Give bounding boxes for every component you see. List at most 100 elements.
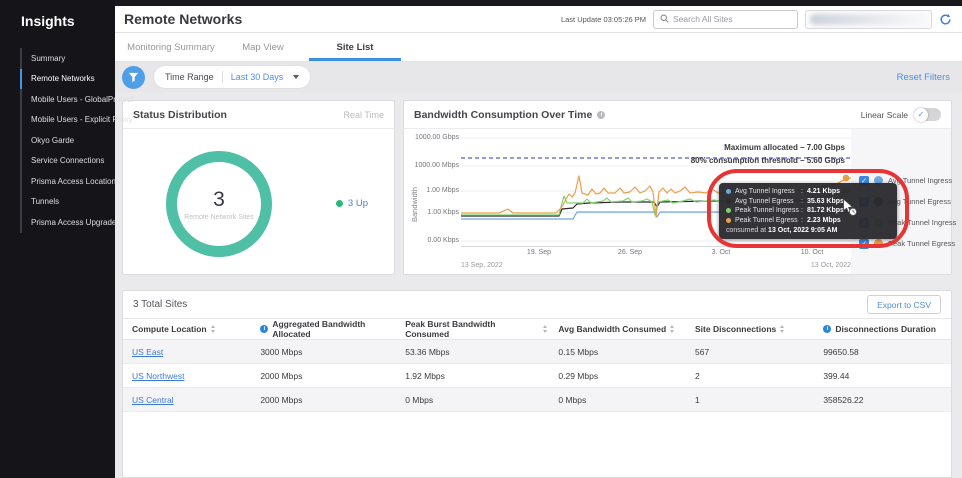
range-start-date: 13 Sep, 2022	[461, 262, 503, 269]
tooltip-row: Peak Tunnel Egress : 2.23 Mbps	[726, 216, 890, 226]
sidebar-item-okyo-garde[interactable]: Okyo Garde	[20, 130, 115, 151]
sites-table-card: 3 Total Sites Export to CSV Compute Loca…	[122, 290, 952, 478]
filter-button[interactable]	[122, 65, 145, 89]
main-area: Remote Networks Last Update 03:05:26 PM	[115, 6, 962, 478]
site-link-us-central[interactable]: US Central	[132, 395, 174, 405]
series-color-dot	[726, 198, 731, 204]
content-area: Status Distribution Real Time 3 Remote N…	[115, 92, 962, 478]
tooltip-row: Peak Tunnel Ingress : 81.72 Kbps	[726, 206, 890, 216]
series-color-dot	[726, 217, 731, 223]
bandwidth-chart-body: Bandwidth 1000.00 Gbps 1000.00 Mbps 1.00 M…	[404, 129, 956, 274]
status-distribution-card: Status Distribution Real Time 3 Remote N…	[122, 100, 395, 275]
tooltip-row: Avg Tunnel Ingress : 4.21 Kbps	[726, 187, 890, 197]
series-color-dot	[726, 208, 731, 214]
search-box[interactable]	[653, 9, 798, 29]
site-link-us-northwest[interactable]: US Northwest	[132, 371, 184, 381]
tab-site-list[interactable]: Site List	[309, 33, 401, 61]
tooltip-row: Avg Tunnel Egress : 35.63 Kbps	[726, 197, 890, 207]
y-axis-ticks: 1000.00 Gbps 1000.00 Mbps 1.00 Mbps 1.00 Kb…	[414, 129, 459, 247]
col-aggregated-bandwidth: Aggregated Bandwidth Allocated	[272, 319, 366, 339]
sidebar-item-tunnels[interactable]: Tunnels	[20, 191, 115, 212]
x-axis-ticks: 19. Sep 26. Sep 3. Oct 10. Oct	[461, 248, 851, 259]
table-title: 3 Total Sites	[133, 299, 188, 310]
y-tick-label: 1.00 Kbps	[427, 209, 459, 216]
range-end-date: 13 Oct, 2022	[810, 262, 851, 269]
donut-count: 3	[213, 187, 225, 211]
page-header: Remote Networks Last Update 03:05:26 PM	[115, 6, 962, 33]
tab-bar: Monitoring Summary Map View Site List	[115, 33, 962, 62]
status-legend-up[interactable]: 3 Up	[335, 198, 368, 209]
table-header-row: Compute Location i Aggregated Bandwidth A…	[123, 318, 951, 340]
x-tick-label: 10. Oct	[800, 249, 824, 256]
checkbox-checked-icon[interactable]: ✓	[859, 238, 869, 249]
time-range-value: Last 30 Days	[230, 72, 284, 82]
search-input[interactable]	[673, 14, 791, 24]
y-tick-label: 0.00 Kbps	[427, 237, 459, 244]
date-range-labels: 13 Sep, 2022 13 Oct, 2022	[461, 262, 851, 269]
chevron-down-icon	[293, 75, 300, 79]
info-icon[interactable]: i	[260, 325, 269, 333]
tab-monitoring-summary[interactable]: Monitoring Summary	[125, 33, 217, 61]
sort-icon[interactable]	[780, 325, 785, 333]
linear-scale-toggle[interactable]: ✓	[914, 107, 941, 122]
y-tick-label: 1000.00 Mbps	[414, 162, 459, 169]
sidebar-item-mobile-users-globalprotect[interactable]: Mobile Users - GlobalProtect	[20, 89, 133, 110]
info-icon[interactable]: i	[823, 325, 832, 333]
header-right: Last Update 03:05:26 PM	[560, 9, 952, 29]
table-row: US Northwest 2000 Mbps 1.92 Mbps 0.29 Mb…	[123, 363, 951, 388]
search-icon	[660, 10, 669, 28]
x-tick-label: 3. Oct	[711, 249, 731, 256]
x-tick-label: 19. Sep	[526, 249, 552, 256]
col-site-disconnections: Site Disconnections	[695, 324, 777, 334]
status-card-title: Status Distribution	[133, 108, 227, 121]
sidebar-item-service-connections[interactable]: Service Connections	[20, 150, 115, 171]
sort-icon[interactable]	[670, 325, 675, 333]
status-card-header: Status Distribution Real Time	[123, 101, 394, 129]
bandwidth-consumption-card: Bandwidth Consumption Over Time i Linear…	[403, 100, 956, 275]
sidebar: Insights Summary Remote Networks Mobile …	[0, 0, 133, 478]
site-link-us-east[interactable]: US East	[132, 347, 163, 357]
time-range-label: Time Range	[165, 72, 214, 82]
sidebar-item-prisma-access-locations[interactable]: Prisma Access Locations	[20, 171, 120, 192]
up-status-dot	[335, 200, 343, 207]
time-range-selector[interactable]: Time Range Last 30 Days	[154, 66, 311, 88]
page-title: Remote Networks	[124, 11, 243, 27]
sidebar-nav: Summary Remote Networks Mobile Users - G…	[20, 48, 133, 233]
table-row: US Central 2000 Mbps 0 Mbps 0 Mbps 1 358…	[123, 387, 951, 412]
up-status-label: 3 Up	[347, 198, 368, 209]
info-icon[interactable]: i	[597, 110, 606, 119]
pill-divider	[221, 71, 223, 83]
linear-scale-control: Linear Scale ✓	[860, 107, 941, 122]
reset-filters-link[interactable]: Reset Filters	[897, 72, 950, 83]
status-donut-chart: 3 Remote Network Sites	[166, 151, 272, 257]
filter-bar: Time Range Last 30 Days Reset Filters	[115, 62, 962, 92]
bandwidth-card-header: Bandwidth Consumption Over Time i Linear…	[404, 101, 951, 129]
x-tick-label: 26. Sep	[617, 249, 643, 256]
sort-icon[interactable]	[543, 325, 548, 333]
chart-tooltip: Avg Tunnel Ingress : 4.21 Kbps Avg Tunne…	[719, 183, 897, 239]
threshold-label: 80% consumption threshold – 5.60 Gbps	[690, 156, 845, 165]
series-color-dot	[874, 239, 883, 248]
donut-caption: Remote Network Sites	[184, 213, 254, 221]
col-compute-location: Compute Location	[132, 324, 207, 334]
linear-scale-label: Linear Scale	[860, 109, 908, 120]
table-header-bar: 3 Total Sites Export to CSV	[123, 291, 951, 318]
sidebar-item-summary[interactable]: Summary	[20, 48, 115, 69]
sort-icon[interactable]	[210, 325, 215, 333]
table-row: US East 3000 Mbps 53.36 Mbps 0.15 Mbps 5…	[123, 339, 951, 364]
bandwidth-card-title: Bandwidth Consumption Over Time	[414, 108, 593, 121]
tab-map-view[interactable]: Map View	[217, 33, 309, 61]
real-time-badge: Real Time	[343, 109, 384, 120]
sidebar-item-mobile-users-explicit-proxy[interactable]: Mobile Users - Explicit Proxy	[20, 109, 133, 130]
sidebar-item-remote-networks[interactable]: Remote Networks	[20, 68, 115, 89]
sidebar-title: Insights	[21, 13, 75, 29]
tenant-selector-redacted[interactable]	[805, 9, 932, 29]
export-csv-button[interactable]: Export to CSV	[867, 295, 941, 314]
sites-table: Compute Location i Aggregated Bandwidth A…	[123, 318, 951, 412]
funnel-icon	[128, 72, 139, 83]
last-update-label: Last Update 03:05:26 PM	[560, 14, 646, 24]
y-tick-label: 1.00 Mbps	[426, 187, 459, 194]
sidebar-item-prisma-access-upgrade[interactable]: Prisma Access Upgrade	[20, 212, 116, 233]
tooltip-timestamp: consumed at 13 Oct, 2022 9:05 AM	[726, 226, 838, 234]
refresh-icon[interactable]	[939, 13, 952, 26]
